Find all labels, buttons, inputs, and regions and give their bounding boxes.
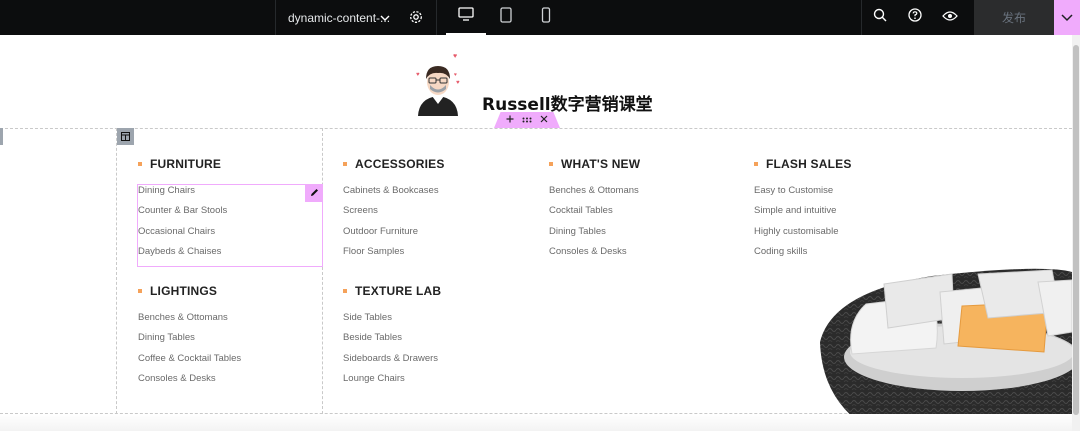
selected-widget-outline[interactable] (137, 184, 323, 267)
desktop-view-button[interactable] (446, 0, 486, 35)
tablet-view-button[interactable] (486, 0, 526, 35)
desktop-icon (458, 7, 474, 26)
menu-link[interactable]: Consoles & Desks (138, 373, 241, 393)
menu-link[interactable]: Coffee & Cocktail Tables (138, 353, 241, 373)
menu-group-title: WHAT'S NEW (549, 157, 640, 171)
menu-link[interactable]: Screens (343, 205, 439, 225)
mobile-view-button[interactable] (526, 0, 566, 35)
menu-link[interactable]: Beside Tables (343, 332, 438, 352)
menu-link[interactable]: Benches & Ottomans (549, 185, 639, 205)
chevron-down-icon (1061, 9, 1073, 27)
menu-link[interactable]: Consoles & Desks (549, 246, 639, 266)
menu-group-title-text: FURNITURE (150, 157, 222, 171)
menu-link-list: Easy to Customise Simple and intuitive H… (754, 185, 838, 266)
menu-link[interactable]: Highly customisable (754, 226, 838, 246)
menu-link[interactable]: Easy to Customise (754, 185, 838, 205)
site-title: Russell数字营销课堂 (482, 95, 653, 115)
search-icon (873, 8, 887, 27)
document-name[interactable]: dynamic-content-... (288, 11, 390, 25)
column-icon (121, 128, 130, 146)
column-divider (116, 128, 117, 414)
daybed-image (812, 262, 1080, 431)
menu-link[interactable]: Cocktail Tables (549, 205, 639, 225)
help-button[interactable] (897, 0, 932, 35)
menu-link-list: Cabinets & Bookcases Screens Outdoor Fur… (343, 185, 439, 266)
menu-group-title-text: TEXTURE LAB (355, 284, 442, 298)
menu-link[interactable]: Sideboards & Drawers (343, 353, 438, 373)
gear-icon[interactable] (409, 10, 423, 27)
section-edge-marker (0, 128, 3, 145)
menu-link[interactable]: Lounge Chairs (343, 373, 438, 393)
menu-link[interactable]: Dining Tables (549, 226, 639, 246)
menu-group-title-text: FLASH SALES (766, 157, 852, 171)
menu-link-list: Side Tables Beside Tables Sideboards & D… (343, 312, 438, 393)
chevron-down-icon[interactable] (380, 12, 390, 26)
menu-link-list: Benches & Ottomans Cocktail Tables Dinin… (549, 185, 639, 266)
svg-text:♥: ♥ (454, 72, 457, 78)
column-divider (322, 128, 323, 414)
tablet-icon (500, 7, 512, 28)
site-logo: ♥ ♥ ♥ ♥ (410, 50, 465, 118)
menu-group-title-text: LIGHTINGS (150, 284, 218, 298)
menu-link[interactable]: Dining Tables (138, 332, 241, 352)
publish-options-button[interactable] (1054, 0, 1080, 35)
canvas-scrollbar[interactable] (1072, 35, 1080, 431)
menu-group-title: TEXTURE LAB (343, 284, 441, 298)
canvas-bottom (0, 414, 1072, 431)
menu-link[interactable]: Floor Samples (343, 246, 439, 266)
drag-icon[interactable] (522, 115, 532, 126)
mobile-icon (541, 7, 551, 28)
edit-widget-button[interactable] (305, 184, 323, 202)
menu-group-title: ACCESSORIES (343, 157, 445, 171)
right-tools (861, 0, 967, 35)
menu-link[interactable]: Outdoor Furniture (343, 226, 439, 246)
editor-topbar: dynamic-content-... 发布 (0, 0, 1080, 35)
search-button[interactable] (862, 0, 897, 35)
menu-link[interactable]: Simple and intuitive (754, 205, 838, 225)
document-selector[interactable]: dynamic-content-... (275, 0, 437, 35)
plus-icon[interactable] (506, 115, 514, 126)
svg-text:♥: ♥ (456, 80, 460, 86)
device-switcher (446, 0, 566, 35)
menu-group-title: LIGHTINGS (138, 284, 217, 298)
menu-link[interactable]: Side Tables (343, 312, 438, 332)
publish-button[interactable]: 发布 (974, 0, 1054, 35)
section-handle[interactable] (494, 112, 560, 128)
close-icon[interactable] (540, 115, 548, 126)
pencil-icon (310, 184, 319, 202)
menu-group-title-text: ACCESSORIES (355, 157, 445, 171)
menu-group-title-text: WHAT'S NEW (561, 157, 641, 171)
column-handle[interactable] (117, 128, 134, 145)
svg-text:♥: ♥ (416, 72, 420, 78)
menu-link-list: Benches & Ottomans Dining Tables Coffee … (138, 312, 241, 393)
menu-link[interactable]: Benches & Ottomans (138, 312, 241, 332)
eye-icon (941, 9, 958, 27)
menu-link[interactable]: Cabinets & Bookcases (343, 185, 439, 205)
preview-button[interactable] (932, 0, 967, 35)
menu-group-title: FURNITURE (138, 157, 221, 171)
svg-text:♥: ♥ (453, 53, 457, 60)
scrollbar-thumb[interactable] (1073, 45, 1079, 415)
menu-group-title: FLASH SALES (754, 157, 852, 171)
help-icon (907, 8, 922, 27)
